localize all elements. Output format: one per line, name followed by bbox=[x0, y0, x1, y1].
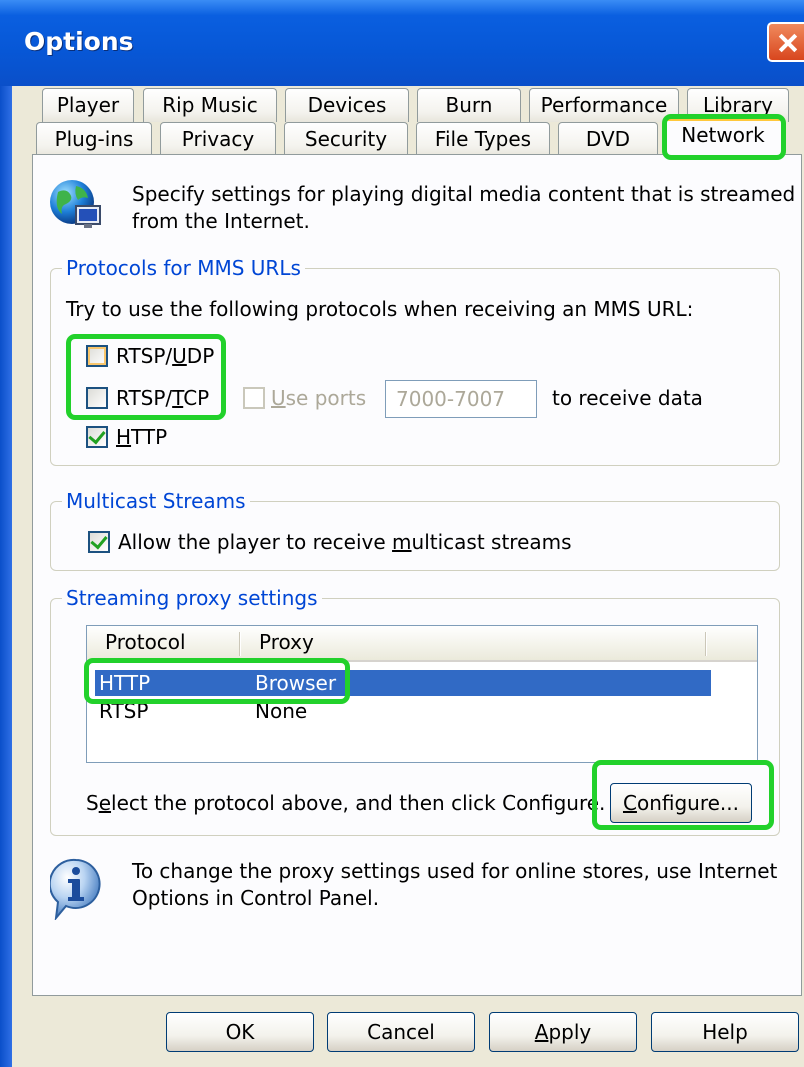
check-mark-icon bbox=[90, 531, 108, 550]
use-ports-label[interactable]: Use ports bbox=[271, 386, 366, 410]
network-globe-icon bbox=[50, 180, 101, 228]
tab-label: Privacy bbox=[181, 127, 255, 151]
tab-security[interactable]: Security bbox=[284, 122, 408, 156]
tab-burn[interactable]: Burn bbox=[417, 88, 521, 122]
proxy-list-header: Protocol Proxy bbox=[87, 626, 757, 662]
allow-multicast-checkbox[interactable] bbox=[88, 531, 110, 553]
ports-input[interactable]: 7000-7007 bbox=[385, 380, 537, 418]
check-mark-icon bbox=[88, 426, 106, 445]
tab-player[interactable]: Player bbox=[42, 88, 134, 122]
tab-label: Player bbox=[56, 93, 120, 117]
label-part: pply bbox=[548, 1020, 592, 1044]
tab-label: Burn bbox=[445, 93, 493, 117]
multicast-group-title: Multicast Streams bbox=[62, 489, 250, 513]
label-part: TTP bbox=[131, 425, 168, 449]
tab-devices[interactable]: Devices bbox=[285, 88, 409, 122]
tab-dvd[interactable]: DVD bbox=[558, 122, 658, 156]
column-separator[interactable] bbox=[239, 632, 241, 656]
proxy-group-title: Streaming proxy settings bbox=[62, 586, 322, 610]
column-separator[interactable] bbox=[705, 632, 707, 656]
label-part: ulticast streams bbox=[411, 530, 572, 554]
info-text-line1: To change the proxy settings used for on… bbox=[132, 859, 778, 883]
tab-label: Plug-ins bbox=[54, 127, 134, 151]
tab-label: File Types bbox=[434, 127, 532, 151]
protocols-instruction: Try to use the following protocols when … bbox=[66, 297, 694, 321]
column-header-protocol[interactable]: Protocol bbox=[105, 630, 186, 654]
tab-label: DVD bbox=[585, 127, 631, 151]
http-label[interactable]: HTTP bbox=[116, 425, 167, 449]
annotation-highlight-configure bbox=[592, 760, 774, 830]
tab-label: Rip Music bbox=[162, 93, 258, 117]
tab-rip-music[interactable]: Rip Music bbox=[143, 88, 277, 122]
window-frame-left bbox=[0, 86, 12, 1067]
allow-multicast-label[interactable]: Allow the player to receive multicast st… bbox=[118, 530, 572, 554]
close-icon[interactable] bbox=[767, 22, 804, 62]
use-ports-checkbox[interactable] bbox=[243, 387, 265, 409]
ok-button[interactable]: OK bbox=[166, 1012, 314, 1052]
label-accel: m bbox=[392, 530, 412, 554]
label-part: Allow the player to receive bbox=[118, 530, 393, 554]
tab-label: Performance bbox=[540, 93, 668, 117]
info-text-line2: Options in Control Panel. bbox=[132, 886, 380, 910]
label-part: S bbox=[86, 791, 99, 815]
receive-data-label: to receive data bbox=[552, 386, 703, 410]
annotation-highlight-http-row bbox=[84, 658, 350, 704]
label-accel: A bbox=[534, 1020, 549, 1044]
label-accel: U bbox=[271, 386, 286, 410]
tab-label: Security bbox=[304, 127, 388, 151]
annotation-highlight-network-tab bbox=[662, 114, 786, 160]
tab-privacy[interactable]: Privacy bbox=[160, 122, 276, 156]
title-bar[interactable]: Options bbox=[0, 0, 804, 86]
apply-button[interactable]: Apply bbox=[489, 1012, 637, 1052]
help-button[interactable]: Help bbox=[651, 1012, 799, 1052]
proxy-hint-text: Select the protocol above, and then clic… bbox=[86, 791, 605, 815]
label-accel: e bbox=[98, 791, 112, 815]
intro-text-line1: Specify settings for playing digital med… bbox=[132, 182, 796, 206]
column-header-proxy[interactable]: Proxy bbox=[259, 630, 314, 654]
info-icon bbox=[50, 858, 101, 920]
protocols-group-title: Protocols for MMS URLs bbox=[62, 256, 305, 280]
tab-plug-ins[interactable]: Plug-ins bbox=[36, 122, 152, 156]
http-checkbox[interactable] bbox=[86, 426, 108, 448]
tab-label: Devices bbox=[307, 93, 387, 117]
label-part: se ports bbox=[285, 386, 367, 410]
intro-text-line2: from the Internet. bbox=[132, 209, 310, 233]
label-accel: H bbox=[116, 425, 132, 449]
label-part: lect the protocol above, and then click … bbox=[111, 791, 606, 815]
window-title: Options bbox=[24, 27, 134, 56]
tab-file-types[interactable]: File Types bbox=[416, 122, 550, 156]
cancel-button[interactable]: Cancel bbox=[327, 1012, 475, 1052]
annotation-highlight-rtsp-checkboxes bbox=[66, 334, 226, 420]
tab-performance[interactable]: Performance bbox=[529, 88, 679, 122]
